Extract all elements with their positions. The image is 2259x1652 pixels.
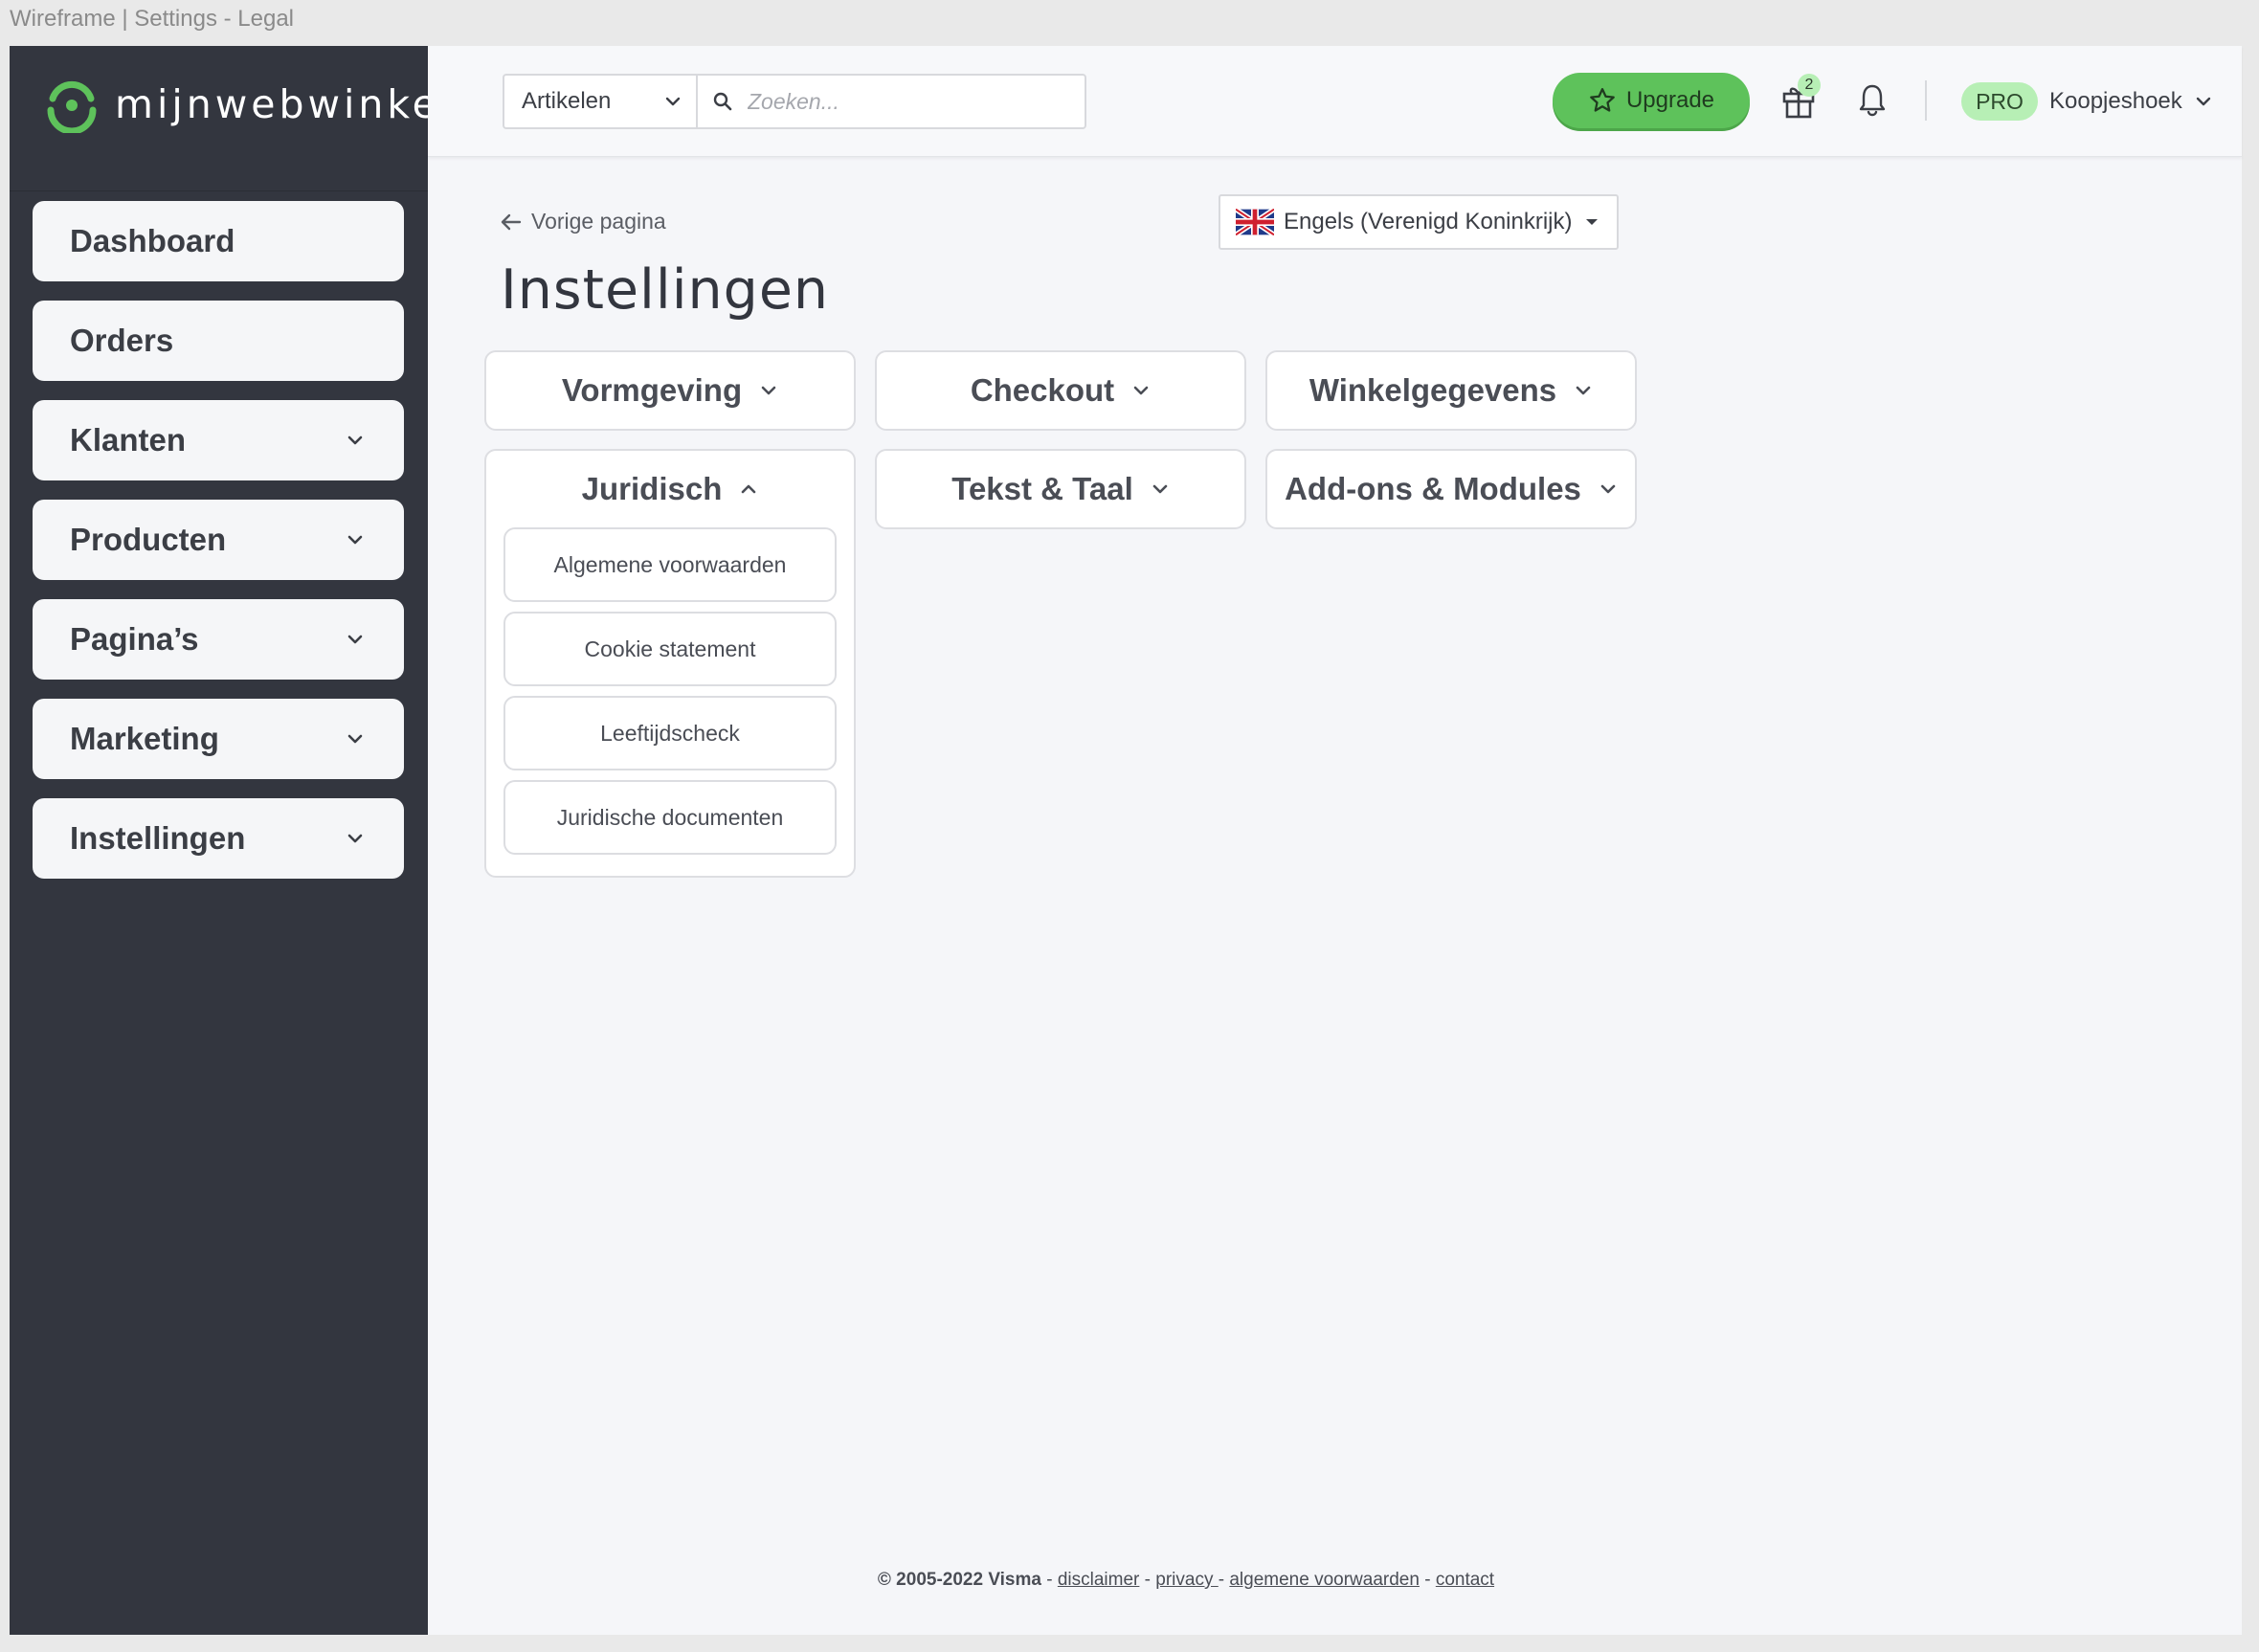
category-juridisch: Juridisch Algemene voorwaarden Cookie st… [484, 449, 856, 878]
chevron-down-icon [761, 386, 776, 395]
sidebar-divider [10, 190, 428, 191]
footer-separator: - [1139, 1570, 1156, 1590]
sidebar-item-producten[interactable]: Producten [33, 500, 404, 580]
search-input[interactable] [748, 88, 1073, 115]
sidebar-item-label: Dashboard [70, 223, 235, 258]
sidebar-item-paginas[interactable]: Pagina’s [33, 599, 404, 680]
window-title: Wireframe | Settings - Legal [10, 6, 295, 32]
search-scope-select[interactable]: Artikelen [503, 74, 696, 129]
upgrade-label: Upgrade [1625, 87, 1715, 113]
sidebar-item-label: Klanten [70, 422, 187, 458]
sidebar-item-label: Pagina’s [70, 621, 199, 657]
footer-link-contact[interactable]: contact [1436, 1570, 1494, 1590]
star-icon [1590, 88, 1615, 112]
juridisch-submenu: Algemene voorwaarden Cookie statement Le… [486, 527, 854, 876]
chevron-down-icon [347, 635, 363, 644]
footer-link-privacy[interactable]: privacy [1155, 1570, 1218, 1590]
search-group: Artikelen [503, 74, 1086, 129]
footer: © 2005-2022 Visma - disclaimer - privacy… [428, 1570, 1883, 1591]
category-label: Juridisch [581, 471, 723, 506]
gift-count-badge: 2 [1798, 74, 1821, 97]
language-value: Engels (Verenigd Koninkrijk) [1284, 209, 1573, 234]
sidebar-item-orders[interactable]: Orders [33, 301, 404, 381]
sidebar-item-klanten[interactable]: Klanten [33, 400, 404, 480]
category-checkout-toggle[interactable]: Checkout [877, 352, 1244, 429]
submenu-algemene-voorwaarden[interactable]: Algemene voorwaarden [503, 527, 837, 602]
category-tekst-taal: Tekst & Taal [875, 449, 1246, 529]
chevron-down-icon [347, 734, 363, 744]
chevron-down-icon [347, 435, 363, 445]
category-checkout: Checkout [875, 350, 1246, 431]
sidebar-item-marketing[interactable]: Marketing [33, 699, 404, 779]
account-menu[interactable]: Koopjeshoek [2049, 82, 2213, 121]
sidebar-item-label: Marketing [70, 721, 219, 756]
search-icon [713, 92, 732, 111]
chevron-down-icon [347, 834, 363, 843]
chevron-down-icon [1133, 386, 1149, 395]
chevron-down-icon [1600, 484, 1616, 494]
language-select[interactable]: Engels (Verenigd Koninkrijk) [1219, 194, 1619, 250]
logo-text: mijnwebwinkel [115, 81, 456, 127]
top-bar: Artikelen Upgrade 2 PRO Koopjeshoek [428, 46, 2242, 157]
sidebar-item-label: Instellingen [70, 820, 246, 856]
footer-link-disclaimer[interactable]: disclaimer [1058, 1570, 1140, 1590]
back-label: Vorige pagina [531, 209, 666, 234]
category-tekst-taal-toggle[interactable]: Tekst & Taal [877, 451, 1244, 527]
chevron-down-icon [1152, 484, 1168, 494]
logo-icon [47, 80, 97, 133]
bell-icon[interactable] [1857, 82, 1888, 119]
uk-flag-icon [1236, 209, 1274, 235]
footer-link-algemene-voorwaarden[interactable]: algemene voorwaarden [1229, 1570, 1420, 1590]
category-vormgeving: Vormgeving [484, 350, 856, 431]
chevron-down-icon [347, 535, 363, 545]
chevron-up-icon [742, 484, 756, 494]
arrow-left-icon [501, 213, 522, 230]
category-label: Winkelgegevens [1308, 372, 1557, 408]
sidebar-item-instellingen[interactable]: Instellingen [33, 798, 404, 879]
main-content: Artikelen Upgrade 2 PRO Koopjeshoek [428, 46, 2242, 1635]
chevron-down-icon [1576, 386, 1591, 395]
submenu-juridische-documenten[interactable]: Juridische documenten [503, 780, 837, 855]
sidebar-item-label: Producten [70, 522, 227, 557]
caret-down-icon [1586, 219, 1598, 225]
sidebar-item-dashboard[interactable]: Dashboard [33, 201, 404, 281]
upgrade-button[interactable]: Upgrade [1553, 73, 1750, 128]
category-label: Add-ons & Modules [1285, 471, 1581, 506]
account-name: Koopjeshoek [2049, 88, 2182, 114]
category-addons-modules-toggle[interactable]: Add-ons & Modules [1267, 451, 1635, 527]
sidebar-nav: Dashboard Orders Klanten Producten Pagin… [33, 201, 404, 898]
category-juridisch-toggle[interactable]: Juridisch [486, 451, 854, 527]
category-label: Vormgeving [561, 372, 743, 408]
category-winkelgegevens-toggle[interactable]: Winkelgegevens [1267, 352, 1635, 429]
footer-separator: - [1040, 1570, 1058, 1590]
submenu-cookie-statement[interactable]: Cookie statement [503, 612, 837, 686]
sidebar-item-label: Orders [70, 323, 174, 358]
search-box [696, 74, 1086, 129]
footer-copyright: © 2005-2022 Visma [877, 1570, 1041, 1590]
category-label: Checkout [970, 372, 1115, 408]
footer-separator: - [1218, 1570, 1230, 1590]
category-label: Tekst & Taal [951, 471, 1133, 506]
search-scope-value: Artikelen [522, 88, 612, 114]
chevron-down-icon [2196, 97, 2210, 106]
submenu-leeftijdscheck[interactable]: Leeftijdscheck [503, 696, 837, 770]
plan-badge: PRO [1961, 82, 2038, 121]
category-vormgeving-toggle[interactable]: Vormgeving [486, 352, 854, 429]
sidebar: mijnwebwinkel Dashboard Orders Klanten P… [10, 46, 451, 1635]
back-link[interactable]: Vorige pagina [501, 209, 666, 234]
category-winkelgegevens: Winkelgegevens [1265, 350, 1637, 431]
page-title: Instellingen [501, 258, 830, 322]
chevron-down-icon [665, 97, 681, 106]
topbar-divider [1925, 80, 1927, 121]
footer-separator: - [1419, 1570, 1436, 1590]
category-addons-modules: Add-ons & Modules [1265, 449, 1637, 529]
logo[interactable]: mijnwebwinkel [44, 71, 455, 138]
